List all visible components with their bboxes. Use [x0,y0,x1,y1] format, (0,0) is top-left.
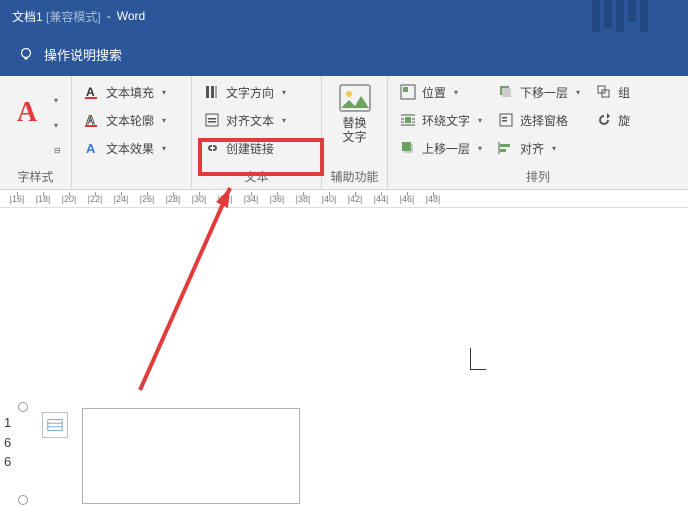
bring-forward-icon [400,140,416,156]
bring-forward-button[interactable]: 上移一层▾ [394,136,488,160]
text-fill-icon: A [84,84,100,100]
position-icon [400,84,416,100]
letter-a-icon: A [17,97,37,129]
position-button[interactable]: 位置▾ [394,80,488,104]
chevron-down-icon[interactable]: ▾ [54,121,61,130]
text-direction-icon [204,84,220,100]
more-icon[interactable]: ⊟ [54,146,61,155]
picture-icon [339,84,371,112]
ruler-tick: |38| [290,194,316,204]
group-icon [596,84,612,100]
chevron-down-icon[interactable]: ▾ [54,96,61,105]
tell-me-bar[interactable]: 操作说明搜索 [0,32,688,76]
ruler-tick: |42| [342,194,368,204]
image-placeholder-icon[interactable] [42,412,68,438]
ruler-tick: |16| [4,194,30,204]
wordart-gallery[interactable]: A [6,82,48,144]
document-canvas[interactable]: 166 [0,208,688,507]
compat-mode: [兼容模式] [46,8,101,25]
horizontal-ruler[interactable]: |16||18||20||22||24||26||28||30||32||34|… [0,190,688,208]
lightbulb-icon [18,46,34,62]
create-link-button[interactable]: 创建链接 [198,136,292,160]
selection-pane-button[interactable]: 选择窗格 [492,108,586,132]
send-backward-icon [498,84,514,100]
text-effects-button[interactable]: A 文本效果▾ [78,136,172,160]
align-text-icon [204,112,220,128]
ruler-tick: |44| [368,194,394,204]
group-button[interactable]: 组 [590,80,636,104]
rotate-icon [596,112,612,128]
text-outline-icon: A [84,112,100,128]
ruler-tick: |32| [212,194,238,204]
group-label-access: 辅助功能 [322,166,387,189]
ruler-tick: |26| [134,194,160,204]
group-label-text: 文本 [192,166,321,189]
ruler-tick: |46| [394,194,420,204]
text-direction-button[interactable]: 文字方向▾ [198,80,292,104]
selection-pane-icon [498,112,514,128]
ruler-tick: |22| [82,194,108,204]
ribbon: A ▾ ▾ ⊟ 字样式 A 文本填充▾ A 文本轮廓▾ A [0,76,688,190]
wrap-text-button[interactable]: 环绕文字▾ [394,108,488,132]
group-label-arrange: 排列 [388,166,688,189]
line-numbers: 166 [4,413,11,472]
rotate-button[interactable]: 旋 [590,108,636,132]
resize-handle[interactable] [18,495,28,505]
app-sep: - [107,9,111,23]
align-text-button[interactable]: 对齐文本▾ [198,108,292,132]
ruler-tick: |20| [56,194,82,204]
page-corner-mark [470,348,486,370]
text-fill-button[interactable]: A 文本填充▾ [78,80,172,104]
ruler-tick: |18| [30,194,56,204]
ruler-tick: |24| [108,194,134,204]
resize-handle[interactable] [18,402,28,412]
ruler-tick: |40| [316,194,342,204]
tell-me-label: 操作说明搜索 [44,45,122,64]
svg-text:A: A [86,85,95,99]
link-icon [204,140,220,156]
ruler-tick: |34| [238,194,264,204]
svg-text:A: A [86,141,96,156]
svg-text:A: A [86,113,95,127]
ruler-tick: |28| [160,194,186,204]
send-backward-button[interactable]: 下移一层▾ [492,80,586,104]
title-decoration [592,0,648,32]
text-effects-icon: A [84,140,100,156]
ruler-tick: |30| [186,194,212,204]
text-outline-button[interactable]: A 文本轮廓▾ [78,108,172,132]
group-label-wordart: 字样式 [0,166,71,189]
alt-text-button[interactable]: 替换文字 [332,80,378,166]
ruler-tick: |36| [264,194,290,204]
align-icon [498,140,514,156]
ruler-tick: |48| [420,194,446,204]
app-name: Word [117,9,145,23]
title-bar: 文档1 [兼容模式] - Word [0,0,688,32]
group-label-hidden1 [72,183,191,189]
document-name: 文档1 [12,8,43,25]
wrap-text-icon [400,112,416,128]
text-box-shape[interactable] [82,408,300,504]
align-button[interactable]: 对齐▾ [492,136,586,160]
